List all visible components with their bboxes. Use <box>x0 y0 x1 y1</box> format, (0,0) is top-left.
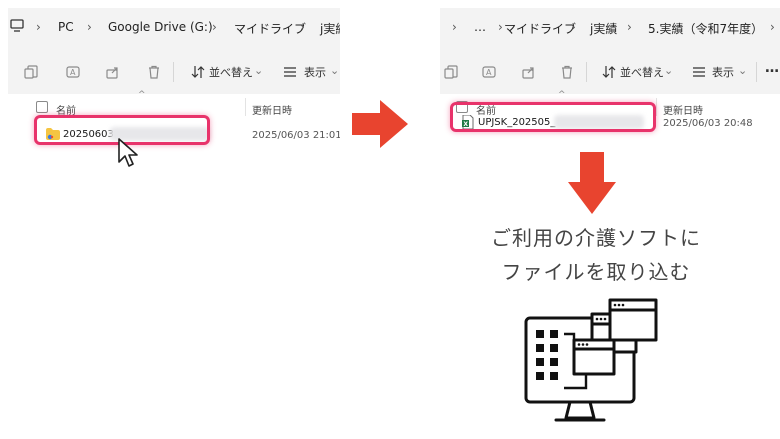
delete-icon[interactable] <box>560 65 574 79</box>
chevron-right-icon: › <box>452 20 457 34</box>
rename-icon[interactable]: A <box>482 65 496 79</box>
sort-caret-icon: ^ <box>138 90 146 100</box>
arrow-right-icon <box>352 100 408 148</box>
chevron-down-icon: ⌄ <box>738 64 748 77</box>
toolbar: A 並べ替え ⌄ 表示 ⌄ … <box>440 52 780 92</box>
view-button[interactable]: 表示 <box>712 64 734 80</box>
view-button[interactable]: 表示 <box>304 64 326 80</box>
svg-text:A: A <box>486 68 492 77</box>
monitor-icon <box>10 19 24 32</box>
breadcrumb-item[interactable]: j実績 <box>320 20 340 37</box>
toolbar-divider <box>173 62 174 82</box>
sort-caret-icon: ^ <box>558 90 566 100</box>
rename-icon[interactable]: A <box>66 65 80 79</box>
view-icon <box>284 67 296 77</box>
chevron-right-icon: › <box>300 20 305 34</box>
address-bar[interactable]: › PC › Google Drive (G:) › マイドライブ › j実績 <box>8 8 340 46</box>
highlight-box <box>450 102 656 132</box>
chevron-right-icon: › <box>627 20 632 34</box>
caption-line: ファイルを取り込む <box>501 260 691 284</box>
breadcrumb-item[interactable]: マイドライブ <box>234 20 306 37</box>
chevron-down-icon: ⌄ <box>330 64 340 77</box>
share-icon[interactable] <box>106 65 120 79</box>
file-modified: 2025/06/03 21:01 <box>252 130 340 141</box>
column-divider[interactable] <box>656 98 657 116</box>
sort-button[interactable]: 並べ替え <box>209 64 253 80</box>
caption-line: ご利用の介護ソフトに <box>491 226 701 250</box>
computer-import-icon <box>524 298 658 422</box>
chevron-right-icon: › <box>36 20 41 34</box>
toolbar: A 並べ替え ⌄ 表示 ⌄ <box>8 52 340 92</box>
copy-icon[interactable] <box>24 65 38 79</box>
select-all-checkbox[interactable] <box>36 101 48 113</box>
mouse-cursor-icon <box>118 138 138 167</box>
sort-button[interactable]: 並べ替え <box>620 64 664 80</box>
chevron-right-icon: › <box>770 20 775 34</box>
column-modified[interactable]: 更新日時 <box>663 102 703 117</box>
chevron-right-icon: › <box>571 20 576 34</box>
file-modified: 2025/06/03 20:48 <box>663 118 753 129</box>
address-bar[interactable]: › … › マイドライブ › j実績 › 5.実績（令和7年度） › <box>440 8 780 46</box>
breadcrumb-item[interactable]: j実績 <box>590 20 617 37</box>
chevron-right-icon: › <box>212 20 217 34</box>
chevron-down-icon: ⌄ <box>664 64 674 77</box>
chevron-right-icon: › <box>498 20 503 34</box>
breadcrumb-item[interactable]: … <box>474 20 486 34</box>
delete-icon[interactable] <box>147 65 161 79</box>
breadcrumb-item[interactable]: マイドライブ <box>504 20 576 37</box>
chevron-down-icon: ⌄ <box>254 64 264 77</box>
more-options-button[interactable]: … <box>765 60 779 76</box>
breadcrumb-item[interactable]: 5.実績（令和7年度） <box>648 20 763 37</box>
view-icon <box>693 67 705 77</box>
toolbar-divider <box>586 62 587 82</box>
copy-icon[interactable] <box>444 65 458 79</box>
breadcrumb-item[interactable]: Google Drive (G:) <box>108 20 213 34</box>
svg-text:A: A <box>70 68 76 77</box>
sort-icon <box>191 66 205 78</box>
share-icon[interactable] <box>522 65 536 79</box>
breadcrumb-item[interactable]: PC <box>58 20 74 34</box>
arrow-down-icon <box>568 152 616 214</box>
toolbar-divider <box>756 62 757 82</box>
column-modified[interactable]: 更新日時 <box>252 102 292 117</box>
column-divider[interactable] <box>245 98 246 116</box>
sort-icon <box>602 66 616 78</box>
chevron-right-icon: › <box>87 20 92 34</box>
